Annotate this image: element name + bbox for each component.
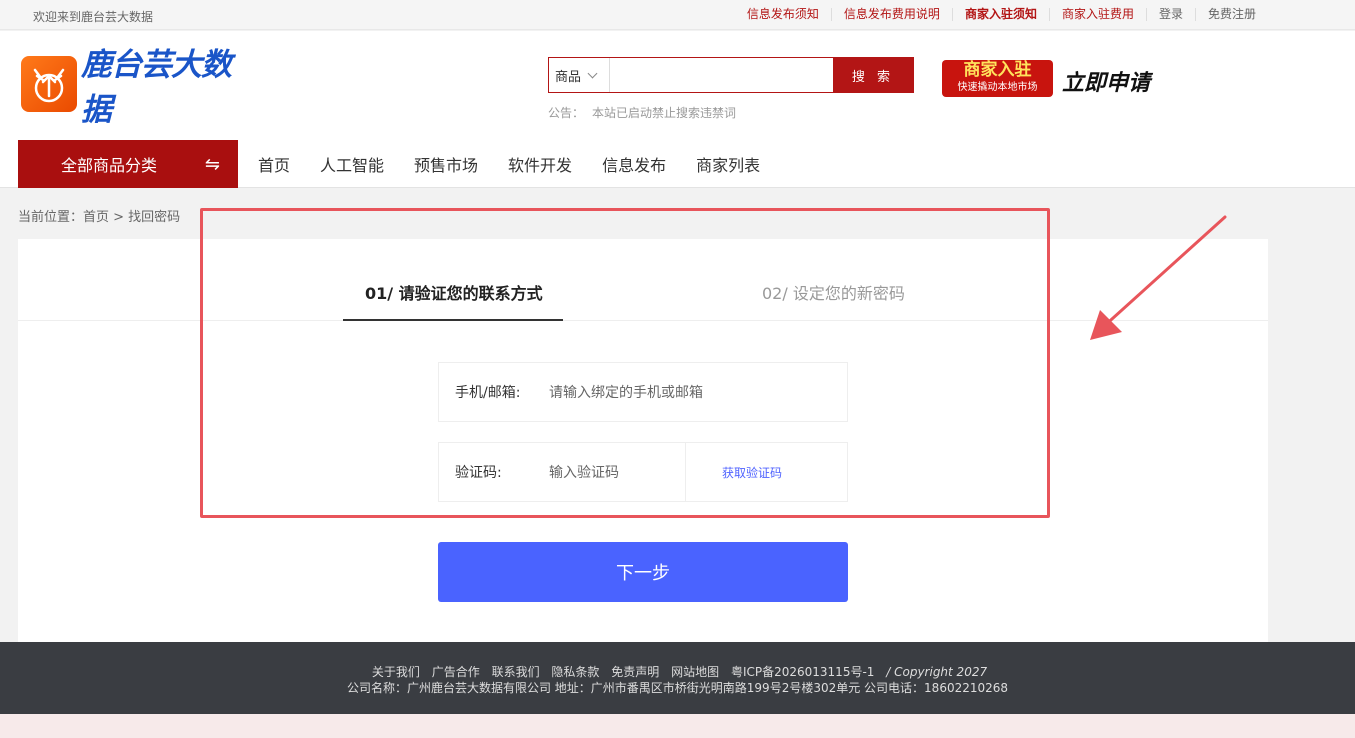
bottom-strip: [0, 714, 1355, 738]
search-button[interactable]: 搜 索: [833, 58, 913, 92]
link-merchant-join-notice[interactable]: 商家入驻须知: [951, 8, 1049, 21]
merchant-banner-title: 商家入驻: [963, 60, 1032, 80]
footer-link-icp[interactable]: 粤ICP备2026013115号-1: [731, 665, 874, 679]
nav-item-merchants[interactable]: 商家列表: [682, 152, 774, 176]
merchant-banner-subtitle: 快速撬动本地市场: [957, 82, 1038, 93]
footer-link-contact[interactable]: 联系我们: [492, 665, 540, 679]
logo-text: 鹿台芸大数据: [81, 47, 232, 128]
search-category-value: 商品: [555, 69, 582, 85]
apply-now-link[interactable]: 立即申请: [1062, 65, 1150, 97]
next-step-button[interactable]: 下一步: [438, 542, 848, 602]
nav-item-software[interactable]: 软件开发: [494, 152, 586, 176]
footer: 关于我们 广告合作 联系我们 隐私条款 免责声明 网站地图 粤ICP备20260…: [0, 642, 1355, 714]
link-login[interactable]: 登录: [1145, 8, 1195, 21]
link-info-publish-notice[interactable]: 信息发布须知: [735, 8, 831, 21]
top-bar: 欢迎来到鹿台芸大数据 信息发布须知 信息发布费用说明 商家入驻须知 商家入驻费用…: [0, 0, 1355, 30]
link-register[interactable]: 免费注册: [1194, 8, 1268, 21]
nav-item-ai[interactable]: 人工智能: [306, 152, 398, 176]
announcement-label: 公告：: [548, 106, 585, 120]
main-nav: 全部商品分类 ⇋ 首页 人工智能 预售市场 软件开发 信息发布 商家列表: [0, 140, 1355, 188]
search-bar: 商品 搜 索: [548, 57, 914, 93]
footer-link-disclaimer[interactable]: 免责声明: [611, 665, 659, 679]
announcement-text: 本站已启动禁止搜索违禁词: [592, 106, 737, 120]
all-categories-button[interactable]: 全部商品分类 ⇋: [18, 140, 238, 188]
merchant-join-banner[interactable]: 商家入驻 快速撬动本地市场: [942, 60, 1053, 97]
link-info-publish-fees[interactable]: 信息发布费用说明: [830, 8, 952, 21]
header: 鹿台芸大数据 商品 搜 索 公告： 本站已启动禁止搜索违禁词 商家入驻 快速撬动本…: [0, 31, 1355, 188]
annotation-arrow-icon: [1090, 215, 1227, 340]
search-category-select[interactable]: 商品: [549, 58, 610, 92]
all-categories-label: 全部商品分类: [61, 156, 158, 175]
nav-item-home[interactable]: 首页: [244, 152, 304, 176]
swap-arrows-icon: ⇋: [204, 153, 220, 175]
footer-links: 关于我们 广告合作 联系我们 隐私条款 免责声明 网站地图 粤ICP备20260…: [0, 663, 1355, 680]
nav-items: 首页 人工智能 预售市场 软件开发 信息发布 商家列表: [244, 140, 776, 188]
announcement: 公告： 本站已启动禁止搜索违禁词: [548, 104, 736, 121]
link-merchant-join-fees[interactable]: 商家入驻费用: [1048, 8, 1146, 21]
breadcrumb: 当前位置：首页 > 找回密码: [18, 210, 181, 225]
top-links: 信息发布须知 信息发布费用说明 商家入驻须知 商家入驻费用 登录 免费注册: [735, 8, 1268, 21]
annotation-highlight-box: [200, 208, 1050, 518]
footer-link-privacy[interactable]: 隐私条款: [551, 665, 599, 679]
footer-link-about[interactable]: 关于我们: [372, 665, 420, 679]
search-input[interactable]: [610, 58, 833, 92]
footer-link-sitemap[interactable]: 网站地图: [671, 665, 719, 679]
nav-item-presale[interactable]: 预售市场: [400, 152, 492, 176]
copyright-text: / Copyright 2027: [886, 665, 988, 679]
nav-item-info-publish[interactable]: 信息发布: [588, 152, 680, 176]
chevron-down-icon: [587, 68, 598, 78]
footer-link-ads[interactable]: 广告合作: [432, 665, 480, 679]
company-info: 公司名称：广州鹿台芸大数据有限公司 地址：广州市番禺区市桥街光明南路199号2号…: [346, 681, 1009, 695]
welcome-text: 欢迎来到鹿台芸大数据: [33, 10, 154, 24]
deer-logo-icon: [21, 56, 77, 112]
site-logo[interactable]: 鹿台芸大数据: [21, 47, 241, 128]
